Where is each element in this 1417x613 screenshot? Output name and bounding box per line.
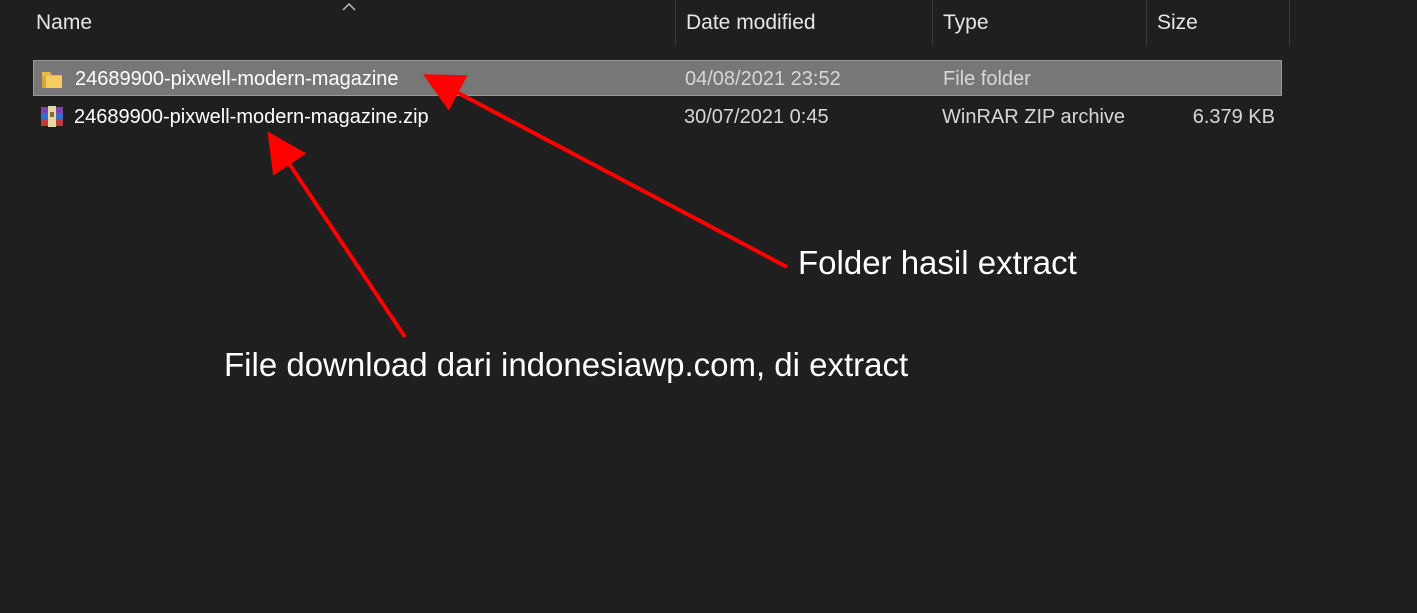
column-header-type[interactable]: Type [932, 0, 1146, 46]
file-type: File folder [943, 67, 1031, 90]
column-header-type-label: Type [943, 11, 989, 34]
column-divider[interactable] [1289, 0, 1290, 46]
file-explorer-window: Name Date modified Type Size 24689900-pi… [0, 0, 1417, 613]
folder-icon [42, 72, 62, 88]
column-header-date-label: Date modified [686, 11, 816, 34]
file-name: 24689900-pixwell-modern-magazine.zip [74, 105, 429, 128]
column-header-size-label: Size [1157, 11, 1198, 34]
column-header-date-modified[interactable]: Date modified [675, 0, 932, 46]
file-date-modified: 04/08/2021 23:52 [685, 67, 841, 90]
file-size: 6.379 KB [1192, 105, 1275, 128]
file-size [1134, 61, 1276, 97]
file-type: WinRAR ZIP archive [942, 105, 1126, 128]
file-row-folder[interactable]: 24689900-pixwell-modern-magazine 04/08/2… [33, 60, 1282, 96]
column-header-name-label: Name [36, 11, 93, 34]
arrow-to-zip [267, 131, 407, 339]
file-row-zip[interactable]: 24689900-pixwell-modern-magazine.zip 30/… [33, 99, 1282, 135]
column-header-name[interactable]: Name [25, 0, 675, 46]
winrar-archive-icon [41, 106, 63, 127]
column-header-bar: Name Date modified Type Size [0, 0, 1417, 46]
annotation-zip-label: File download dari indonesiawp.com, di e… [224, 346, 909, 383]
file-name: 24689900-pixwell-modern-magazine [75, 67, 399, 90]
file-date-modified: 30/07/2021 0:45 [684, 105, 829, 128]
column-header-size[interactable]: Size [1146, 0, 1289, 46]
annotation-folder-label: Folder hasil extract [798, 244, 1077, 281]
